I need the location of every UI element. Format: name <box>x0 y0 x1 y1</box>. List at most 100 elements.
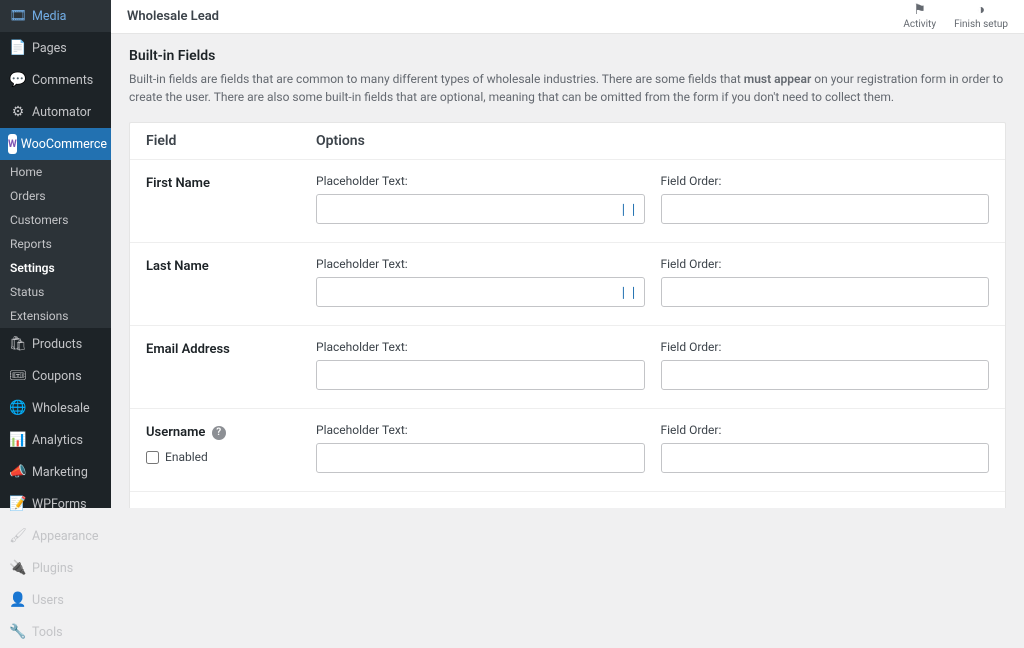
field-row-email: Email Address Placeholder Text: Field Or… <box>130 326 1005 409</box>
sidebar-item-label: Coupons <box>32 369 103 384</box>
input-fill-icon[interactable]: ❘❘ <box>618 285 638 299</box>
field-label: First Name <box>146 174 316 224</box>
username-label-text: Username <box>146 425 205 440</box>
sidebar-item-automator[interactable]: ⚙ Automator <box>0 96 111 128</box>
sidebar-item-comments[interactable]: 💬 Comments <box>0 64 111 96</box>
sidebar-item-users[interactable]: 👤 Users <box>0 584 111 616</box>
finish-setup-button[interactable]: ◑ Finish setup <box>954 2 1008 31</box>
submenu-settings[interactable]: Settings <box>0 256 111 280</box>
comments-icon: 💬 <box>8 70 28 90</box>
field-label: Email Address <box>146 340 316 390</box>
finish-setup-label: Finish setup <box>954 19 1008 31</box>
sidebar-item-woocommerce[interactable]: W WooCommerce <box>0 128 111 160</box>
appearance-icon: 🖌 <box>8 526 28 546</box>
placeholder-label: Placeholder Text: <box>316 257 645 271</box>
username-placeholder-input[interactable] <box>316 443 645 473</box>
sidebar-item-label: WPForms <box>32 497 103 512</box>
order-label: Field Order: <box>661 174 990 188</box>
field-row-last-name: Last Name Placeholder Text: ❘❘ Field Ord… <box>130 243 1005 326</box>
content: Built-in Fields Built-in fields are fiel… <box>111 34 1024 508</box>
activity-button[interactable]: ⚑ Activity <box>903 2 936 31</box>
email-order-input[interactable] <box>661 360 990 390</box>
sidebar-item-media[interactable]: 🎞 Media <box>0 0 111 32</box>
sidebar-item-label: Plugins <box>32 561 103 576</box>
wpforms-icon: 📝 <box>8 494 28 514</box>
sidebar-item-label: Comments <box>32 73 103 88</box>
sidebar-item-label: Tools <box>32 625 103 640</box>
marketing-icon: 📣 <box>8 462 28 482</box>
sidebar-item-wpforms[interactable]: 📝 WPForms <box>0 488 111 520</box>
admin-sidebar: 🎞 Media 📄 Pages 💬 Comments ⚙ Automator W… <box>0 0 111 508</box>
last-name-order-input[interactable] <box>661 277 990 307</box>
sidebar-item-analytics[interactable]: 📊 Analytics <box>0 424 111 456</box>
automator-icon: ⚙ <box>8 102 28 122</box>
submenu-orders[interactable]: Orders <box>0 184 111 208</box>
order-label: Field Order: <box>661 340 990 354</box>
page-title: Wholesale Lead <box>127 9 219 24</box>
sidebar-item-tools[interactable]: 🔧 Tools <box>0 616 111 648</box>
username-order-input[interactable] <box>661 443 990 473</box>
desc-text-1: Built-in fields are fields that are comm… <box>129 72 744 86</box>
sidebar-item-plugins[interactable]: 🔌 Plugins <box>0 552 111 584</box>
media-icon: 🎞 <box>8 6 28 26</box>
desc-must: must appear <box>744 72 811 86</box>
order-label: Field Order: <box>661 423 990 437</box>
first-name-placeholder-input[interactable] <box>316 194 645 224</box>
section-description: Built-in fields are fields that are comm… <box>129 70 1006 106</box>
woocommerce-icon: W <box>8 134 17 154</box>
sidebar-item-products[interactable]: 🛍 Products <box>0 328 111 360</box>
field-row-first-name: First Name Placeholder Text: ❘❘ Field Or… <box>130 160 1005 243</box>
analytics-icon: 📊 <box>8 430 28 450</box>
submenu-status[interactable]: Status <box>0 280 111 304</box>
pages-icon: 📄 <box>8 38 28 58</box>
username-enabled-checkbox[interactable]: Enabled <box>146 450 208 464</box>
sidebar-item-coupons[interactable]: 🎟 Coupons <box>0 360 111 392</box>
plugins-icon: 🔌 <box>8 558 28 578</box>
panel-header: Field Options <box>130 123 1005 160</box>
sidebar-item-label: Products <box>32 337 103 352</box>
submenu-customers[interactable]: Customers <box>0 208 111 232</box>
field-row-password: Password ? Enabled Required Placeholder … <box>130 492 1005 508</box>
sidebar-item-label: Appearance <box>32 529 103 544</box>
field-label: Username ? Enabled <box>146 423 316 473</box>
main-area: Wholesale Lead ⚑ Activity ◑ Finish setup… <box>111 0 1024 508</box>
submenu-extensions[interactable]: Extensions <box>0 304 111 328</box>
placeholder-label: Placeholder Text: <box>316 423 645 437</box>
sidebar-item-label: Pages <box>32 41 103 56</box>
sidebar-item-label: WooCommerce <box>21 137 107 152</box>
coupons-icon: 🎟 <box>8 366 28 386</box>
sidebar-item-label: Automator <box>32 105 103 120</box>
input-fill-icon[interactable]: ❘❘ <box>618 202 638 216</box>
sidebar-item-pages[interactable]: 📄 Pages <box>0 32 111 64</box>
username-enabled-input[interactable] <box>146 451 159 464</box>
sidebar-item-label: Marketing <box>32 465 103 480</box>
field-row-username: Username ? Enabled Placeholder Text: Fie… <box>130 409 1005 492</box>
sidebar-item-label: Media <box>32 9 103 24</box>
users-icon: 👤 <box>8 590 28 610</box>
column-field-header: Field <box>146 133 316 149</box>
section-title: Built-in Fields <box>129 48 1006 64</box>
field-label: Last Name <box>146 257 316 307</box>
fields-panel: Field Options First Name Placeholder Tex… <box>129 122 1006 508</box>
woocommerce-submenu: Home Orders Customers Reports Settings S… <box>0 160 111 328</box>
finish-setup-icon: ◑ <box>977 2 985 19</box>
submenu-home[interactable]: Home <box>0 160 111 184</box>
enabled-label: Enabled <box>165 450 208 464</box>
last-name-placeholder-input[interactable] <box>316 277 645 307</box>
order-label: Field Order: <box>661 257 990 271</box>
sidebar-item-marketing[interactable]: 📣 Marketing <box>0 456 111 488</box>
wholesale-icon: 🌐 <box>8 398 28 418</box>
column-options-header: Options <box>316 133 365 149</box>
activity-label: Activity <box>903 19 936 31</box>
tools-icon: 🔧 <box>8 622 28 642</box>
products-icon: 🛍 <box>8 334 28 354</box>
email-placeholder-input[interactable] <box>316 360 645 390</box>
topbar: Wholesale Lead ⚑ Activity ◑ Finish setup <box>111 0 1024 34</box>
submenu-reports[interactable]: Reports <box>0 232 111 256</box>
sidebar-item-appearance[interactable]: 🖌 Appearance <box>0 520 111 552</box>
sidebar-item-label: Analytics <box>32 433 103 448</box>
placeholder-label: Placeholder Text: <box>316 340 645 354</box>
sidebar-item-wholesale[interactable]: 🌐 Wholesale <box>0 392 111 424</box>
first-name-order-input[interactable] <box>661 194 990 224</box>
help-icon[interactable]: ? <box>212 426 226 440</box>
